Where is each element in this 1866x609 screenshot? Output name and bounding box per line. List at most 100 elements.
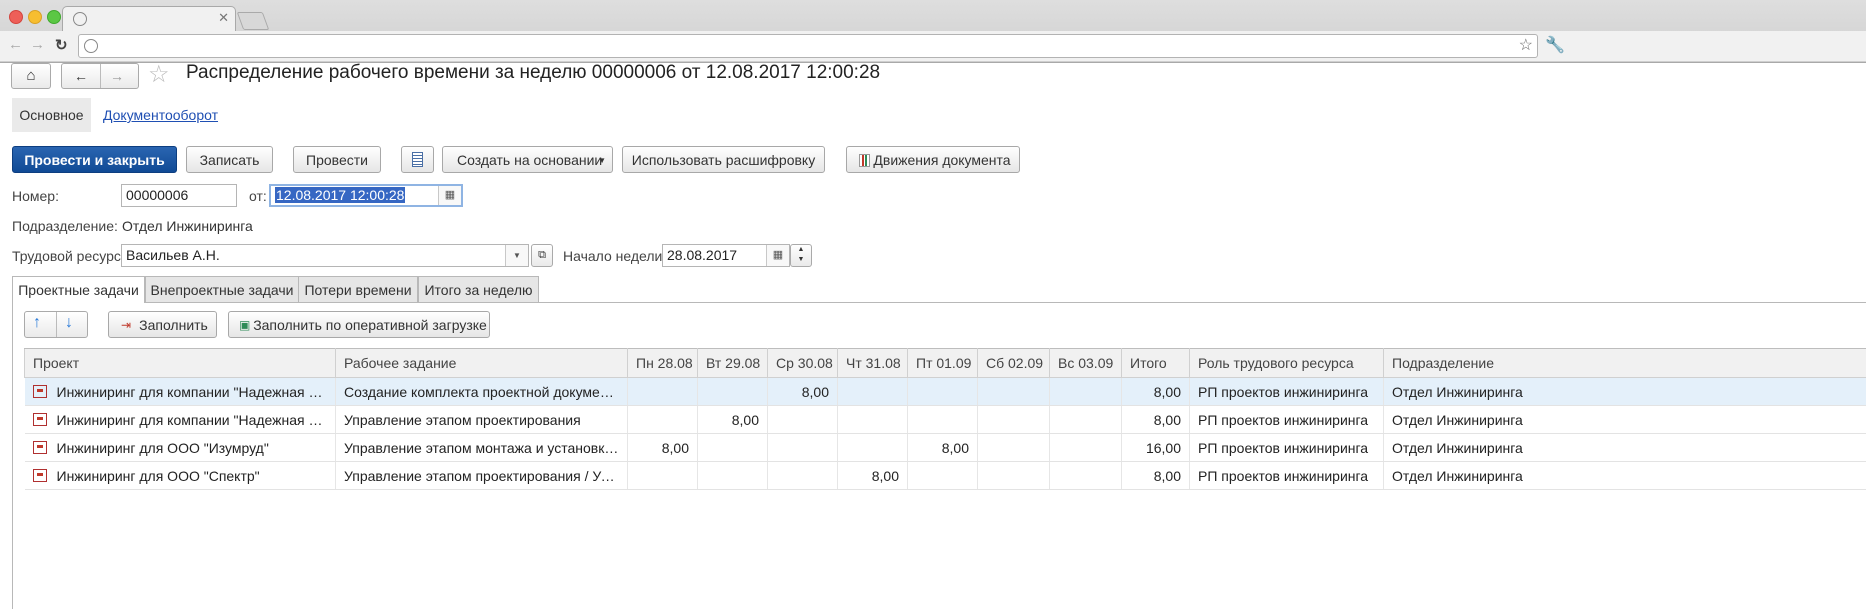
- back-arrow-icon[interactable]: ←: [74, 64, 88, 88]
- forward-arrow-icon[interactable]: →: [110, 64, 124, 88]
- table-cell[interactable]: [1049, 405, 1122, 434]
- column-header[interactable]: Подразделение: [1383, 348, 1866, 378]
- post-button[interactable]: Провести: [293, 146, 381, 173]
- table-cell[interactable]: [767, 461, 838, 490]
- column-header[interactable]: Вс 03.09: [1049, 348, 1122, 378]
- table-cell[interactable]: [1049, 433, 1122, 462]
- column-header[interactable]: Пт 01.09: [907, 348, 978, 378]
- table-cell[interactable]: [697, 433, 768, 462]
- table-cell[interactable]: [907, 405, 978, 434]
- table-cell[interactable]: [627, 405, 698, 434]
- table-cell[interactable]: Инжиниринг для ООО "Спектр": [24, 461, 336, 490]
- table-cell[interactable]: 8,00: [1121, 461, 1190, 490]
- table-cell[interactable]: Инжиниринг для ООО "Изумруд": [24, 433, 336, 462]
- column-header[interactable]: Чт 31.08: [837, 348, 908, 378]
- table-cell[interactable]: Инжиниринг для компании "Надежная опо...: [24, 405, 336, 434]
- week-stepper[interactable]: ▲ ▼: [790, 244, 812, 267]
- use-decoding-button[interactable]: Использовать расшифровку: [622, 146, 825, 173]
- fill-button[interactable]: ⇥ Заполнить: [108, 311, 217, 338]
- date-field[interactable]: 12.08.2017 12:00:28 ▦: [269, 184, 463, 207]
- column-header[interactable]: Роль трудового ресурса: [1189, 348, 1384, 378]
- column-header[interactable]: Сб 02.09: [977, 348, 1050, 378]
- tab-time-losses[interactable]: Потери времени: [298, 276, 418, 302]
- table-row[interactable]: Инжиниринг для компании "Надежная опо...…: [24, 405, 1866, 434]
- bookmark-star-icon[interactable]: ☆: [1519, 35, 1533, 55]
- reload-icon[interactable]: ↻: [55, 36, 68, 54]
- table-cell[interactable]: 8,00: [1121, 405, 1190, 434]
- table-cell[interactable]: Отдел Инжиниринга: [1383, 377, 1866, 406]
- column-header[interactable]: Итого: [1121, 348, 1190, 378]
- up-arrow-icon[interactable]: ▲: [798, 246, 805, 253]
- move-down-icon[interactable]: ↓: [65, 314, 73, 332]
- table-cell[interactable]: [977, 377, 1050, 406]
- close-tab-icon[interactable]: ✕: [218, 10, 229, 26]
- table-cell[interactable]: 16,00: [1121, 433, 1190, 462]
- open-resource-button[interactable]: ⧉: [531, 244, 553, 267]
- table-cell[interactable]: [697, 461, 768, 490]
- table-cell[interactable]: [977, 461, 1050, 490]
- table-cell[interactable]: 8,00: [697, 405, 768, 434]
- table-cell[interactable]: Управление этапом проектирования: [335, 405, 628, 434]
- table-cell[interactable]: Отдел Инжиниринга: [1383, 433, 1866, 462]
- dropdown-arrow-icon[interactable]: ▼: [505, 245, 528, 266]
- table-cell[interactable]: [837, 405, 908, 434]
- subtab-docflow[interactable]: Документооборот: [103, 98, 218, 132]
- table-cell[interactable]: [837, 377, 908, 406]
- table-cell[interactable]: [837, 433, 908, 462]
- table-cell[interactable]: РП проектов инжиниринга: [1189, 433, 1384, 462]
- column-header[interactable]: Рабочее задание: [335, 348, 628, 378]
- table-cell[interactable]: [907, 461, 978, 490]
- column-header[interactable]: Пн 28.08: [627, 348, 698, 378]
- report-button[interactable]: [401, 146, 434, 173]
- table-cell[interactable]: РП проектов инжиниринга: [1189, 405, 1384, 434]
- table-cell[interactable]: 8,00: [627, 433, 698, 462]
- table-cell[interactable]: 8,00: [767, 377, 838, 406]
- table-row[interactable]: Инжиниринг для ООО "Изумруд" Управление э…: [24, 433, 1866, 462]
- wrench-icon[interactable]: 🔧: [1545, 35, 1565, 55]
- column-header[interactable]: Ср 30.08: [767, 348, 838, 378]
- table-cell[interactable]: [907, 377, 978, 406]
- table-cell[interactable]: Управление этапом монтажа и установки с.…: [335, 433, 628, 462]
- table-cell[interactable]: Инжиниринг для компании "Надежная опо...: [24, 377, 336, 406]
- tab-week-total[interactable]: Итого за неделю: [418, 276, 539, 302]
- column-header[interactable]: Проект: [24, 348, 336, 378]
- table-cell[interactable]: 8,00: [1121, 377, 1190, 406]
- resource-field[interactable]: Васильев А.Н. ▼: [121, 244, 529, 267]
- minimize-window-button[interactable]: [28, 10, 42, 24]
- tab-project-tasks[interactable]: Проектные задачи: [12, 276, 145, 303]
- fill-by-load-button[interactable]: ▣ Заполнить по оперативной загрузке: [228, 311, 490, 338]
- table-cell[interactable]: 8,00: [837, 461, 908, 490]
- table-cell[interactable]: [977, 433, 1050, 462]
- table-cell[interactable]: [627, 461, 698, 490]
- table-cell[interactable]: Управление этапом проектирования / Упра.…: [335, 461, 628, 490]
- favorite-star-icon[interactable]: ☆: [148, 60, 170, 89]
- tab-nonproject-tasks[interactable]: Внепроектные задачи: [145, 276, 299, 302]
- table-cell[interactable]: РП проектов инжиниринга: [1189, 461, 1384, 490]
- table-cell[interactable]: Отдел Инжиниринга: [1383, 405, 1866, 434]
- move-up-icon[interactable]: ↑: [33, 314, 41, 332]
- address-bar[interactable]: ☆: [78, 34, 1538, 58]
- close-window-button[interactable]: [9, 10, 23, 24]
- subtab-main[interactable]: Основное: [12, 98, 91, 132]
- post-and-close-button[interactable]: Провести и закрыть: [12, 146, 177, 173]
- forward-icon[interactable]: →: [30, 36, 45, 53]
- new-tab-button[interactable]: [236, 12, 270, 30]
- table-row[interactable]: Инжиниринг для ООО "Спектр" Управление эт…: [24, 461, 1866, 490]
- calendar-icon[interactable]: ▦: [766, 245, 789, 266]
- save-button[interactable]: Записать: [186, 146, 273, 173]
- down-arrow-icon[interactable]: ▼: [798, 256, 805, 263]
- column-header[interactable]: Вт 29.08: [697, 348, 768, 378]
- table-cell[interactable]: [627, 377, 698, 406]
- table-cell[interactable]: [1049, 461, 1122, 490]
- zoom-window-button[interactable]: [47, 10, 61, 24]
- table-cell[interactable]: РП проектов инжиниринга: [1189, 377, 1384, 406]
- table-cell[interactable]: [977, 405, 1050, 434]
- table-row[interactable]: Инжиниринг для компании "Надежная опо...…: [24, 377, 1866, 406]
- calendar-icon[interactable]: ▦: [438, 186, 461, 205]
- document-movements-button[interactable]: Движения документа: [846, 146, 1020, 173]
- table-cell[interactable]: 8,00: [907, 433, 978, 462]
- table-cell[interactable]: [697, 377, 768, 406]
- number-field[interactable]: 00000006: [121, 184, 237, 207]
- table-cell[interactable]: Отдел Инжиниринга: [1383, 461, 1866, 490]
- table-cell[interactable]: [767, 433, 838, 462]
